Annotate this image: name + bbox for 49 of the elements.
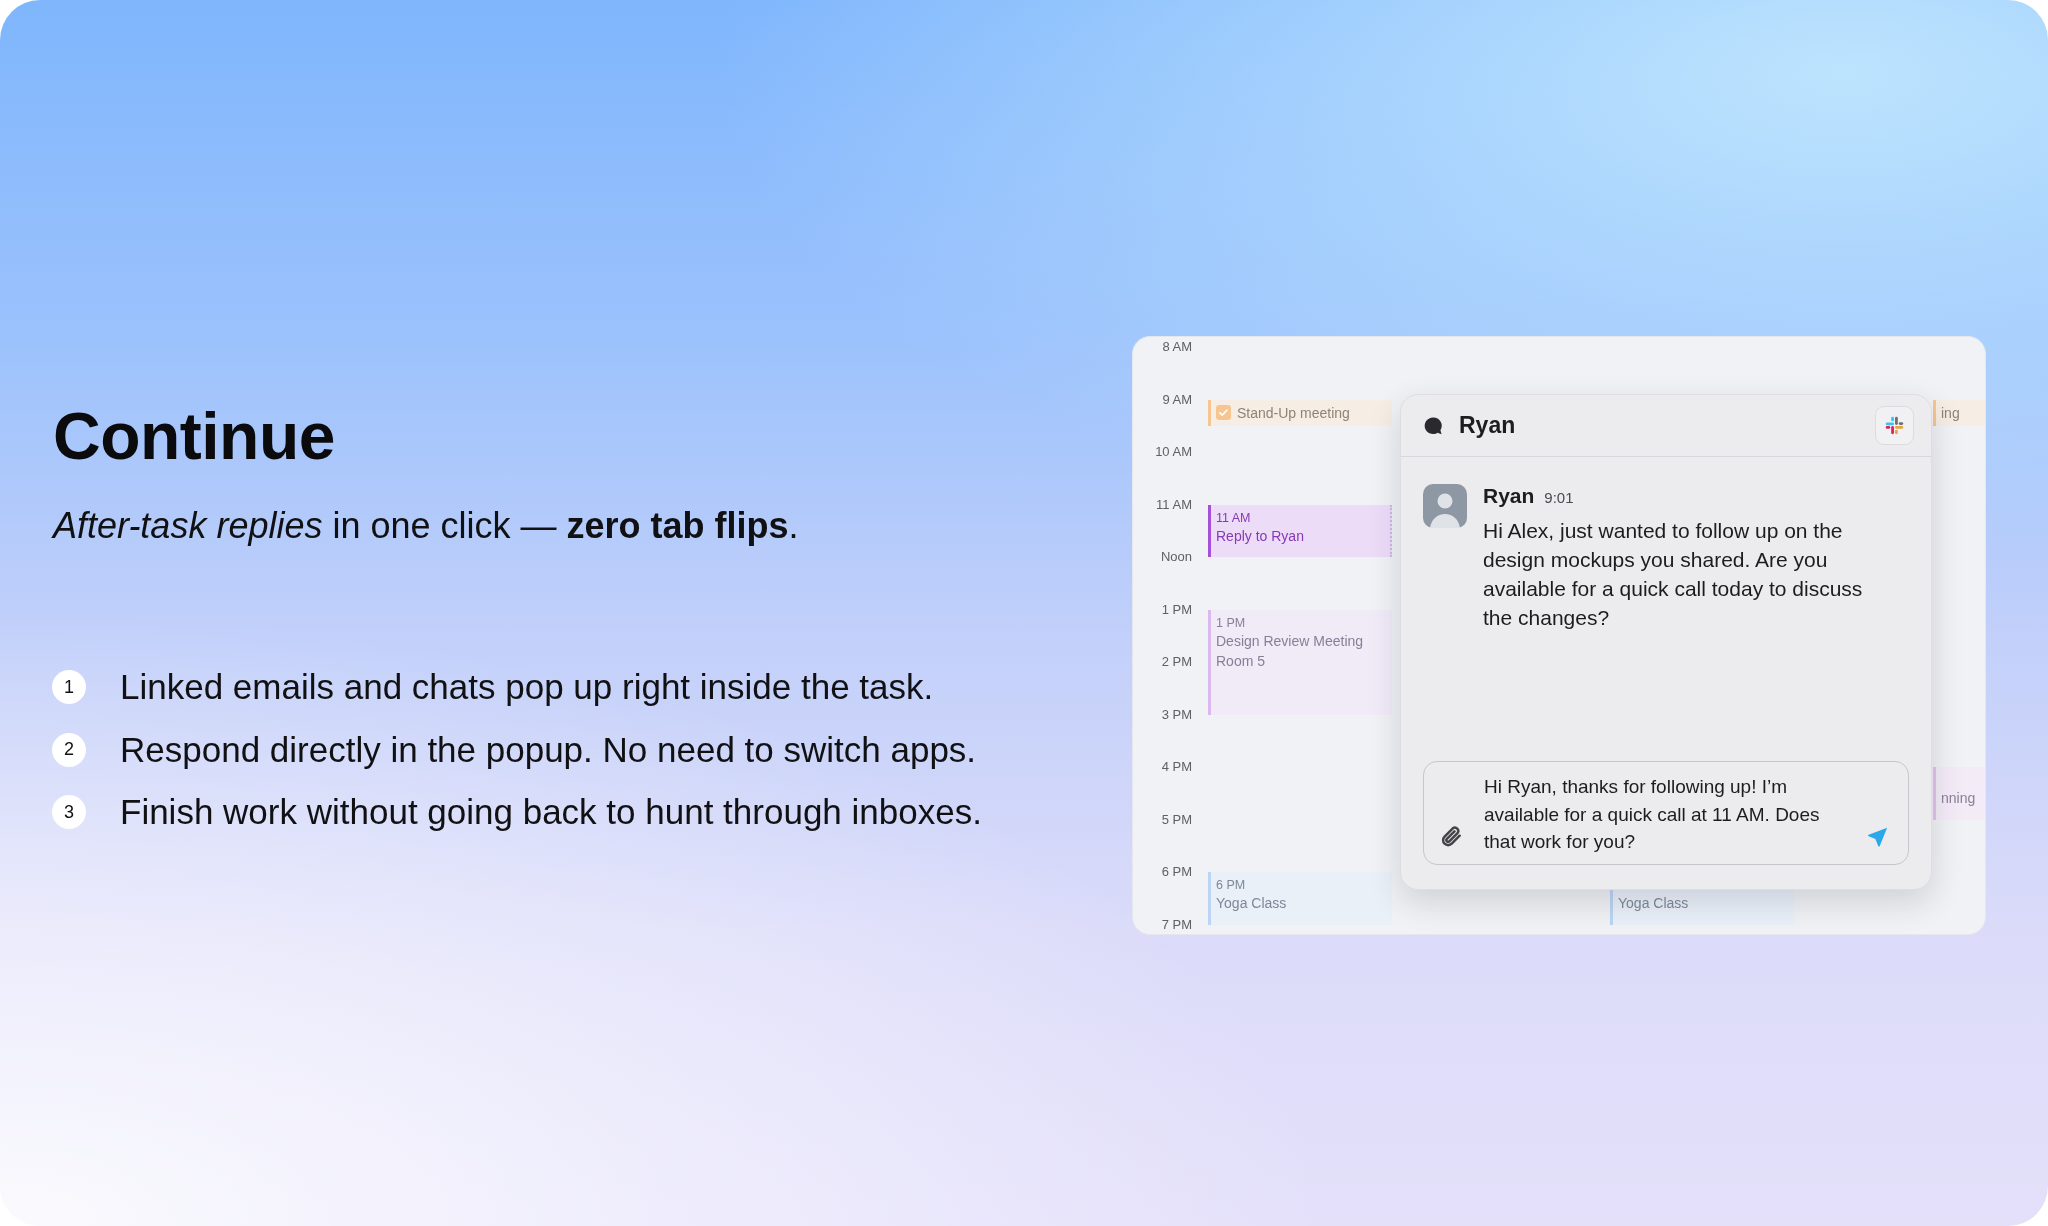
paperclip-icon[interactable]	[1440, 825, 1463, 848]
time-label: 1 PM	[1161, 601, 1192, 618]
checked-box-icon[interactable]	[1216, 405, 1231, 420]
event-title: Reply to Ryan	[1216, 526, 1304, 545]
time-label: 10 AM	[1155, 444, 1192, 460]
send-icon[interactable]	[1867, 826, 1889, 848]
step-number: 1	[52, 670, 86, 704]
message-time: 9:01	[1544, 488, 1574, 508]
event-time: 11 AM	[1216, 509, 1252, 527]
step-text: Respond directly in the popup. No need to switch apps.	[120, 728, 977, 771]
time-label: 6 PM	[1161, 864, 1192, 880]
time-label: 4 PM	[1161, 759, 1192, 775]
time-label: Noon	[1160, 549, 1192, 565]
time-label: 2 PM	[1161, 654, 1192, 670]
calendar-event[interactable]: 1 PM Design Review Meeting Room 5	[1208, 609, 1392, 715]
calendar-event[interactable]: 6 PM Yoga Class	[1208, 872, 1392, 925]
app-logo-button[interactable]	[1875, 406, 1914, 445]
step-number: 3	[52, 795, 86, 829]
avatar-silhouette-icon	[1423, 484, 1467, 528]
pinwheel-logo-icon	[1884, 415, 1905, 436]
heading: Continue	[53, 403, 335, 469]
step-text: Linked emails and chats pop up right inside the task.	[120, 666, 934, 708]
event-title: Stand-Up meeting	[1237, 403, 1350, 422]
event-time: 1 PM	[1216, 614, 1247, 632]
message-text: Hi Alex, just wanted to follow up on the design mockups you shared. Are you available for a quick call today to discuss the changes?	[1483, 518, 1864, 631]
event-title: Design Review Meeting	[1216, 631, 1364, 650]
time-label: 3 PM	[1161, 706, 1192, 723]
time-label: 11 AM	[1156, 496, 1192, 513]
time-label: 7 PM	[1161, 916, 1192, 933]
calendar-event[interactable]: nning	[1933, 767, 1985, 820]
chat-title: Ryan	[1459, 411, 1516, 441]
event-title: nning	[1941, 789, 1976, 807]
subtitle: After-task replies in one click — zero tab flips.	[53, 504, 799, 548]
time-label: 9 AM	[1162, 391, 1192, 408]
time-label: 5 PM	[1161, 811, 1192, 828]
message-author: Ryan	[1483, 484, 1535, 508]
event-title: Yoga Class	[1618, 894, 1689, 912]
step-number: 2	[52, 732, 86, 767]
event-location: Room 5	[1216, 651, 1267, 671]
time-label: 8 AM	[1162, 339, 1192, 355]
calendar-event[interactable]: ing	[1933, 399, 1985, 426]
calendar-event[interactable]: 11 AM Reply to Ryan	[1208, 504, 1392, 557]
event-title: Yoga Class	[1216, 894, 1287, 912]
calendar-event[interactable]: Stand-Up meeting	[1208, 399, 1392, 426]
event-time: 6 PM	[1216, 877, 1247, 894]
event-title: ing	[1941, 403, 1960, 422]
step-text: Finish work without going back to hunt through inboxes.	[120, 791, 982, 833]
reply-field[interactable]: Hi Ryan, thanks for following up! I’m available for a quick call at 11 AM. Does that work for you?	[1423, 761, 1909, 865]
chat-bubble-icon	[1423, 415, 1443, 436]
